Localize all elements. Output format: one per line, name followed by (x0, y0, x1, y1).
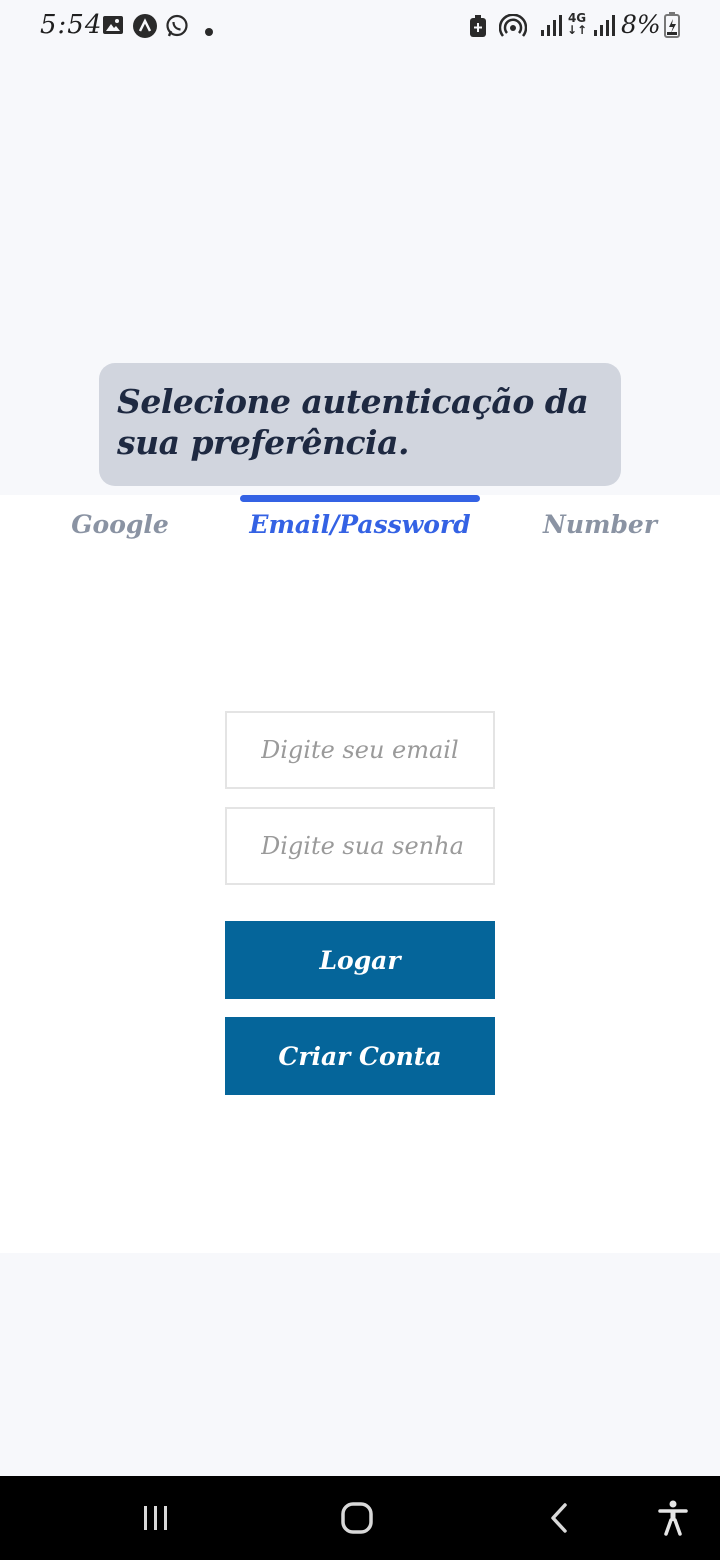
password-input[interactable] (225, 807, 495, 885)
email-input[interactable] (225, 711, 495, 789)
login-button[interactable]: Logar (225, 921, 495, 999)
create-account-button[interactable]: Criar Conta (225, 1017, 495, 1095)
signal-icon (538, 14, 562, 42)
app-a-icon (133, 14, 157, 42)
battery-saver-icon (469, 14, 487, 42)
accessibility-icon[interactable] (640, 1476, 706, 1560)
battery-charging-icon (664, 12, 680, 42)
status-bar: 5:54 4G ↓↑ 8% (0, 0, 720, 54)
signal-4g-icon: 4G ↓↑ (567, 11, 588, 37)
signal-icon (591, 14, 615, 42)
auth-header-text: Selecione autenticação da sua preferênci… (117, 382, 589, 462)
gallery-icon (102, 14, 124, 40)
battery-percent: 8% (621, 10, 661, 39)
tab-indicator (240, 495, 480, 502)
auth-panel: Google Email/Password Number Logar Criar… (0, 495, 720, 1253)
tab-google[interactable]: Google (0, 507, 240, 547)
auth-header-banner: Selecione autenticação da sua preferênci… (99, 363, 621, 486)
back-icon[interactable] (519, 1476, 599, 1560)
recent-apps-icon[interactable] (116, 1476, 196, 1560)
home-icon[interactable] (317, 1476, 397, 1560)
whatsapp-icon (165, 14, 189, 42)
dot-icon (204, 22, 214, 41)
hotspot-icon (498, 13, 528, 42)
tab-number[interactable]: Number (480, 507, 720, 547)
tab-email-password[interactable]: Email/Password (240, 507, 480, 547)
status-time: 5:54 (40, 10, 103, 40)
navigation-bar (0, 1476, 720, 1560)
